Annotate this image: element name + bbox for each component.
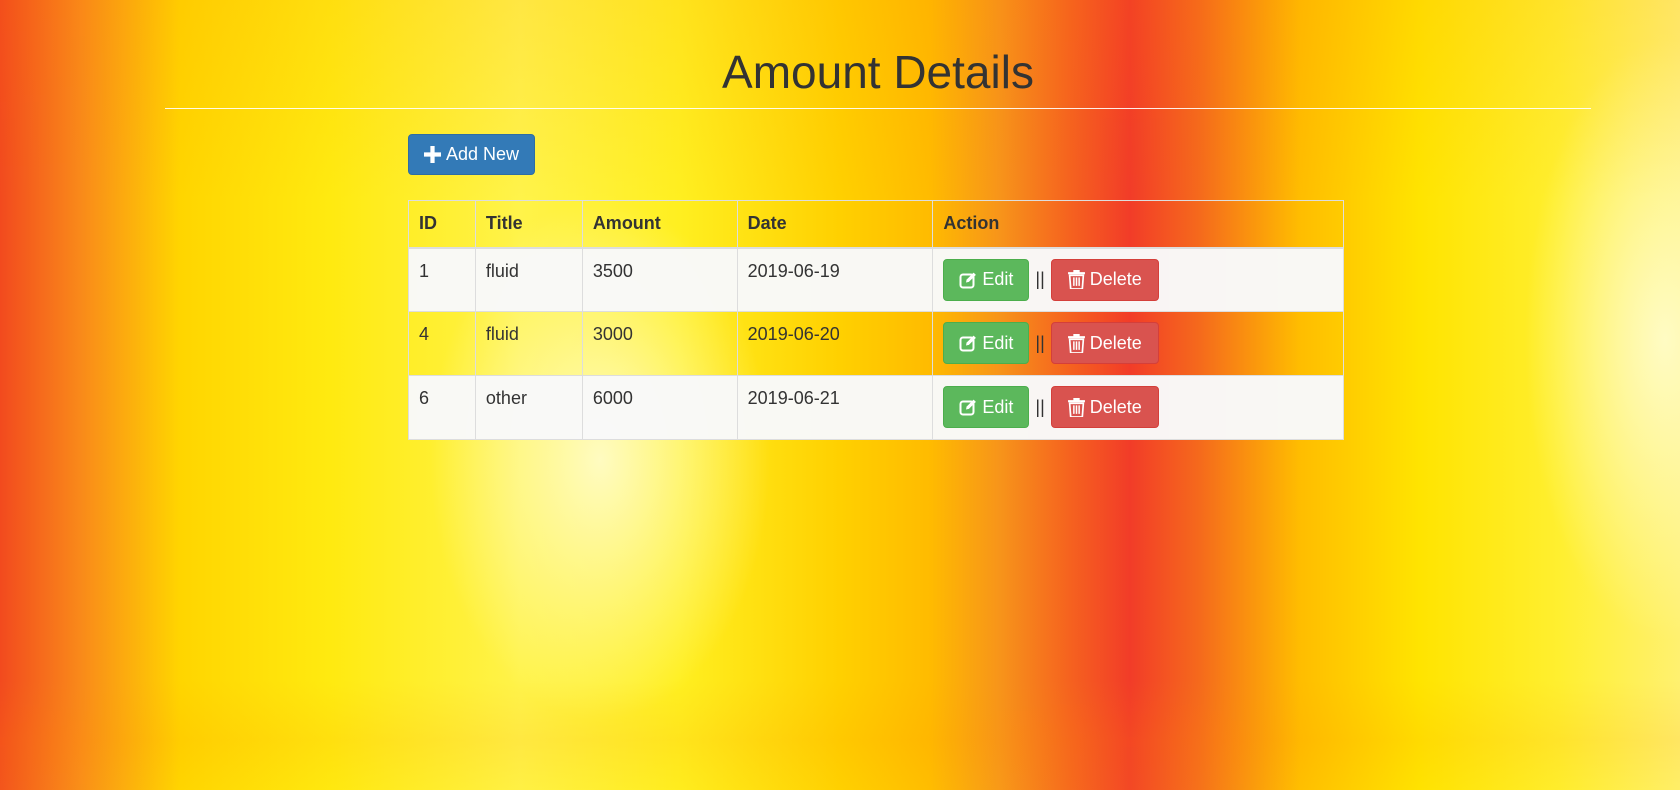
action-group: Edit || Delete — [943, 322, 1333, 364]
edit-icon — [959, 334, 977, 352]
column-header-title: Title — [474, 200, 583, 249]
cell-date: 2019-06-20 — [736, 311, 934, 376]
cell-action: Edit || Delete — [932, 247, 1344, 312]
column-header-amount: Amount — [581, 200, 738, 249]
page-title: Amount Details — [722, 46, 1034, 98]
table-row: 6 other 6000 2019-06-21 Edit || Delete — [408, 375, 1344, 440]
add-new-button[interactable]: Add New — [408, 134, 536, 175]
cell-title: other — [474, 375, 583, 440]
cell-date: 2019-06-19 — [736, 247, 934, 312]
add-new-label: Add New — [446, 144, 520, 164]
separator: || — [1035, 332, 1045, 353]
cell-id: 6 — [408, 375, 476, 440]
content-panel: Add New ID Title Amount Date Action 1 fl… — [408, 109, 1344, 440]
cell-title: fluid — [474, 311, 583, 376]
delete-button[interactable]: Delete — [1050, 258, 1159, 301]
cell-action: Edit || Delete — [932, 311, 1344, 376]
column-header-action: Action — [932, 200, 1344, 249]
cell-id: 1 — [408, 247, 476, 312]
table-header-row: ID Title Amount Date Action — [408, 200, 1344, 249]
edit-icon — [959, 271, 977, 289]
trash-icon — [1067, 270, 1085, 289]
column-header-id: ID — [408, 200, 476, 249]
action-group: Edit || Delete — [943, 386, 1333, 428]
cell-title: fluid — [474, 247, 583, 312]
cell-action: Edit || Delete — [932, 375, 1344, 440]
cell-amount: 3000 — [581, 311, 738, 376]
separator: || — [1035, 269, 1045, 289]
delete-button[interactable]: Delete — [1050, 322, 1159, 364]
trash-icon — [1067, 333, 1085, 353]
edit-button[interactable]: Edit — [943, 258, 1030, 301]
amount-table: ID Title Amount Date Action 1 fluid 3500… — [408, 200, 1344, 440]
edit-icon — [959, 398, 977, 416]
delete-label: Delete — [1089, 332, 1142, 353]
table-row: 4 fluid 3000 2019-06-20 Edit || Delete — [408, 311, 1344, 376]
main-container: Amount Details Add New ID Title Amount D… — [165, 0, 1591, 440]
trash-icon — [1067, 397, 1085, 417]
edit-label: Edit — [982, 332, 1014, 353]
delete-label: Delete — [1089, 396, 1142, 417]
cell-id: 4 — [408, 311, 476, 376]
delete-button[interactable]: Delete — [1050, 386, 1159, 428]
cell-amount: 6000 — [581, 375, 738, 440]
action-group: Edit || Delete — [943, 258, 1333, 301]
edit-button[interactable]: Edit — [943, 386, 1030, 428]
cell-amount: 3500 — [581, 247, 738, 312]
cell-date: 2019-06-21 — [736, 375, 934, 440]
plus-icon — [424, 146, 441, 163]
column-header-date: Date — [736, 200, 934, 249]
delete-label: Delete — [1089, 269, 1142, 289]
table-row: 1 fluid 3500 2019-06-19 Edit || Delete — [408, 247, 1344, 312]
edit-button[interactable]: Edit — [943, 322, 1030, 364]
separator: || — [1035, 396, 1045, 417]
edit-label: Edit — [982, 269, 1014, 289]
edit-label: Edit — [982, 396, 1014, 417]
